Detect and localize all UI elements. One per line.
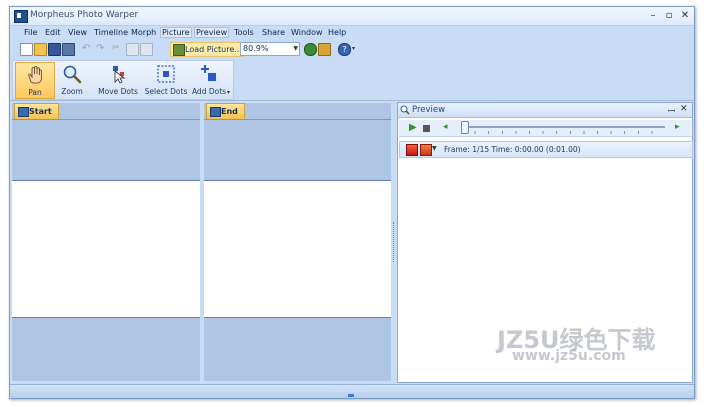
playback-bar: ▶ ◂ ▸: [399, 120, 691, 137]
menu-window[interactable]: Window: [291, 28, 323, 37]
chevron-down-icon: ▼: [293, 45, 298, 52]
menu-tools[interactable]: Tools: [234, 28, 254, 37]
start-tab-underline: [12, 119, 200, 120]
zoom-label: Zoom: [61, 87, 83, 96]
menu-view[interactable]: View: [68, 28, 87, 37]
rewind-icon[interactable]: ◂: [443, 122, 448, 132]
preview-title: Preview: [412, 105, 446, 115]
open-folder-icon[interactable]: [34, 43, 47, 56]
timeline-track[interactable]: [461, 126, 665, 128]
move-dots-button[interactable]: Move Dots: [95, 62, 141, 97]
menu-morph[interactable]: Morph: [131, 28, 156, 37]
forward-icon[interactable]: ▸: [675, 122, 680, 132]
frame-info-text: Frame: 1/15 Time: 0:00.00 (0:01.00): [444, 145, 581, 154]
web-icon[interactable]: [304, 43, 317, 56]
paste-icon[interactable]: [140, 43, 153, 56]
status-bar: [10, 384, 694, 398]
window-title: Morpheus Photo Warper: [30, 10, 139, 20]
magnifier-icon: [63, 65, 82, 84]
ribbon-overflow-icon[interactable]: ▾: [227, 89, 230, 96]
start-panel: Start: [12, 103, 200, 381]
add-dots-icon: [201, 65, 216, 81]
load-picture-button[interactable]: Load Picture...: [170, 42, 243, 57]
save-all-icon[interactable]: [62, 43, 75, 56]
zoom-value: 80.9%: [243, 44, 269, 53]
tab-end[interactable]: End: [206, 103, 245, 120]
preview-header: Preview ꟷ ✕: [398, 103, 692, 118]
move-dots-label: Move Dots: [98, 87, 138, 96]
select-dots-label: Select Dots: [144, 87, 188, 96]
load-picture-label: Load Picture...: [185, 45, 242, 54]
close-icon[interactable]: ✕: [680, 104, 688, 114]
end-image-area[interactable]: [204, 180, 391, 318]
play-icon[interactable]: ▶: [409, 122, 417, 133]
watermark-url: www.jz5u.com: [512, 348, 626, 364]
export-icon[interactable]: [318, 43, 331, 56]
close-button[interactable]: ✕: [678, 9, 692, 22]
pan-label: Pan: [28, 88, 42, 97]
tab-start[interactable]: Start: [14, 103, 59, 120]
picture-icon: [173, 44, 185, 56]
menu-picture[interactable]: Picture: [160, 27, 192, 38]
menu-bar: File Edit View Timeline Morph Picture Pr…: [10, 26, 694, 40]
toolbar-divider: [10, 100, 694, 101]
help-icon[interactable]: ?: [338, 43, 351, 56]
end-tab-label: End: [221, 107, 238, 116]
standard-toolbar: ↶ ↷ ✂ Load Picture... 80.9% ▼ ? ▾: [12, 41, 372, 57]
menu-help[interactable]: Help: [328, 28, 346, 37]
start-tab-label: Start: [29, 107, 52, 116]
picture-icon: [18, 107, 29, 117]
minimize-button[interactable]: –: [646, 9, 660, 22]
menu-timeline[interactable]: Timeline: [94, 28, 128, 37]
timeline-ticks: [461, 131, 665, 134]
resize-grip[interactable]: [348, 394, 354, 397]
select-dots-icon: [157, 65, 175, 83]
move-dots-icon: [113, 66, 126, 84]
copy-icon[interactable]: [126, 43, 139, 56]
toolbar-overflow-icon[interactable]: ▾: [352, 43, 360, 54]
menu-file[interactable]: File: [24, 28, 37, 37]
add-dots-button[interactable]: Add Dots: [191, 62, 227, 97]
zoom-button[interactable]: Zoom: [55, 62, 89, 97]
pan-button[interactable]: Pan: [15, 62, 55, 99]
stop-icon[interactable]: [423, 125, 430, 132]
end-tab-underline: [204, 119, 391, 120]
menu-share[interactable]: Share: [262, 28, 285, 37]
add-dots-label: Add Dots: [191, 87, 227, 96]
tools-ribbon: Pan Zoom Move Dots Select Dots Add Dots …: [12, 60, 234, 100]
maximize-button[interactable]: ▫: [662, 9, 676, 22]
zoom-select[interactable]: 80.9% ▼: [240, 42, 300, 56]
title-bar: Morpheus Photo Warper – ▫ ✕: [10, 7, 694, 26]
start-frame-swatch[interactable]: [406, 144, 418, 156]
undo-icon[interactable]: ↶: [82, 43, 93, 54]
new-file-icon[interactable]: [20, 43, 33, 56]
menu-preview[interactable]: Preview: [194, 27, 230, 38]
cut-icon[interactable]: ✂: [112, 43, 123, 54]
start-image-area[interactable]: [12, 180, 200, 318]
chevron-down-icon[interactable]: ▼: [432, 145, 437, 152]
save-icon[interactable]: [48, 43, 61, 56]
magnifier-icon: [400, 105, 410, 115]
menu-edit[interactable]: Edit: [45, 28, 61, 37]
hand-icon: [28, 66, 42, 84]
pin-icon[interactable]: ꟷ: [668, 104, 675, 117]
frame-info-bar: ▼ Frame: 1/15 Time: 0:00.00 (0:01.00): [399, 141, 693, 158]
end-frame-swatch[interactable]: [420, 144, 432, 156]
redo-icon[interactable]: ↷: [96, 43, 107, 54]
end-panel: End: [204, 103, 391, 381]
app-logo-icon: [14, 10, 28, 23]
select-dots-button[interactable]: Select Dots: [143, 62, 189, 97]
splitter-handle[interactable]: [393, 222, 396, 262]
picture-icon: [210, 107, 221, 117]
